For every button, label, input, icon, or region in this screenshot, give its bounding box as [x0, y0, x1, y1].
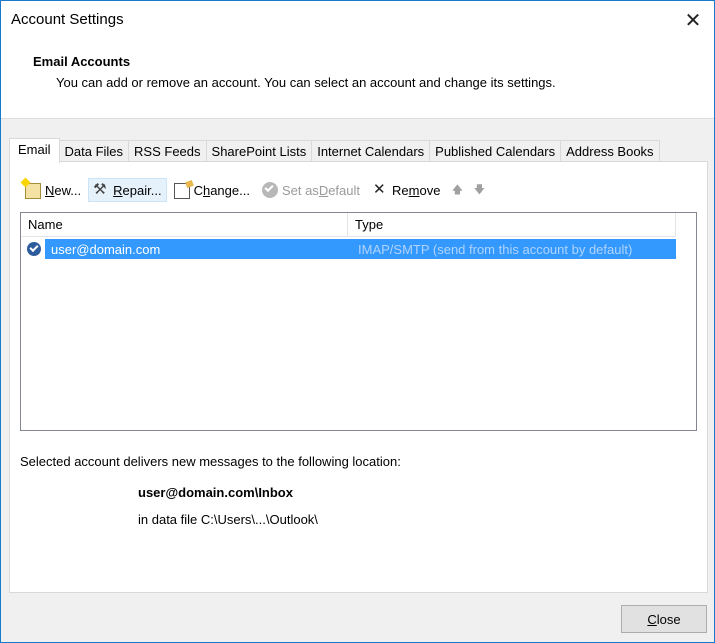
- default-label-accel: D: [318, 182, 329, 198]
- delivery-label: Selected account delivers new messages t…: [20, 454, 401, 469]
- set-as-default-button[interactable]: Set as Default: [257, 178, 365, 202]
- repair-button[interactable]: Repair...: [88, 178, 167, 202]
- default-check-icon: [261, 182, 278, 198]
- account-row-selection[interactable]: user@domain.com IMAP/SMTP (send from thi…: [45, 239, 676, 259]
- change-settings-icon: [173, 183, 190, 199]
- default-label-pre: Set as: [281, 182, 319, 198]
- close-button[interactable]: Close: [621, 605, 707, 633]
- window-title: Account Settings: [11, 11, 124, 28]
- default-account-check-icon: [27, 242, 41, 256]
- column-header-type[interactable]: Type: [348, 213, 676, 237]
- arrow-up-icon: 🡅: [451, 183, 464, 196]
- new-label-post: ew...: [54, 182, 82, 198]
- title-bar: Account Settings ✕: [1, 1, 714, 39]
- move-up-button[interactable]: 🡅: [447, 178, 467, 202]
- move-down-button[interactable]: 🡇: [469, 178, 489, 202]
- new-account-icon: [25, 183, 41, 199]
- remove-button[interactable]: Remove: [367, 178, 445, 202]
- repair-tools-icon: [93, 180, 109, 198]
- repair-label-accel: R: [113, 182, 123, 198]
- account-toolbar: New... Repair... Change... Set as Defaul…: [20, 178, 491, 202]
- delivery-data-file: in data file C:\Users\...\Outlook\: [138, 512, 318, 527]
- dialog-header: Email Accounts You can add or remove an …: [1, 39, 714, 119]
- remove-x-icon: [372, 180, 388, 198]
- account-type: IMAP/SMTP (send from this account by def…: [358, 241, 633, 257]
- tab-rss-feeds[interactable]: RSS Feeds: [128, 140, 207, 162]
- tab-internet-calendars[interactable]: Internet Calendars: [311, 140, 431, 162]
- tab-address-books[interactable]: Address Books: [560, 140, 660, 162]
- remove-label-accel: m: [408, 182, 420, 198]
- account-row[interactable]: user@domain.com IMAP/SMTP (send from thi…: [24, 239, 676, 259]
- window-close-button[interactable]: ✕: [678, 5, 708, 35]
- change-label-pre: C: [193, 182, 203, 198]
- repair-label-post: epair...: [122, 182, 162, 198]
- tab-strip: Email Data Files RSS Feeds SharePoint Li…: [9, 138, 660, 163]
- change-label-accel: h: [202, 182, 211, 198]
- tab-published-calendars[interactable]: Published Calendars: [429, 140, 562, 162]
- header-title: Email Accounts: [33, 54, 131, 69]
- list-header: Name Type: [21, 213, 676, 237]
- default-label-post: efault: [328, 182, 361, 198]
- delivery-path: user@domain.com\Inbox: [138, 485, 293, 500]
- tab-data-files[interactable]: Data Files: [58, 140, 130, 162]
- tab-sharepoint-lists[interactable]: SharePoint Lists: [205, 140, 313, 162]
- new-account-button[interactable]: New...: [20, 178, 86, 202]
- column-header-name[interactable]: Name: [21, 213, 348, 237]
- header-description: You can add or remove an account. You ca…: [56, 75, 556, 90]
- account-settings-window: Account Settings ✕ Email Accounts You ca…: [0, 0, 715, 643]
- new-label-accel: N: [45, 182, 55, 198]
- change-button[interactable]: Ch ange...: [169, 178, 255, 202]
- arrow-down-icon: 🡇: [473, 183, 486, 196]
- email-tab-panel: New... Repair... Change... Set as Defaul…: [9, 161, 708, 593]
- remove-label-post: ove: [419, 182, 441, 198]
- tab-email[interactable]: Email: [9, 138, 60, 163]
- account-name: user@domain.com: [51, 241, 161, 257]
- accounts-list[interactable]: Name Type user@domain.com IMAP/SMTP (sen…: [20, 212, 697, 431]
- close-icon: ✕: [684, 9, 702, 32]
- remove-label-pre: Re: [392, 182, 409, 198]
- change-label-post: ange...: [210, 182, 250, 198]
- close-label-accel: C: [647, 611, 657, 627]
- close-label-post: lose: [656, 611, 681, 627]
